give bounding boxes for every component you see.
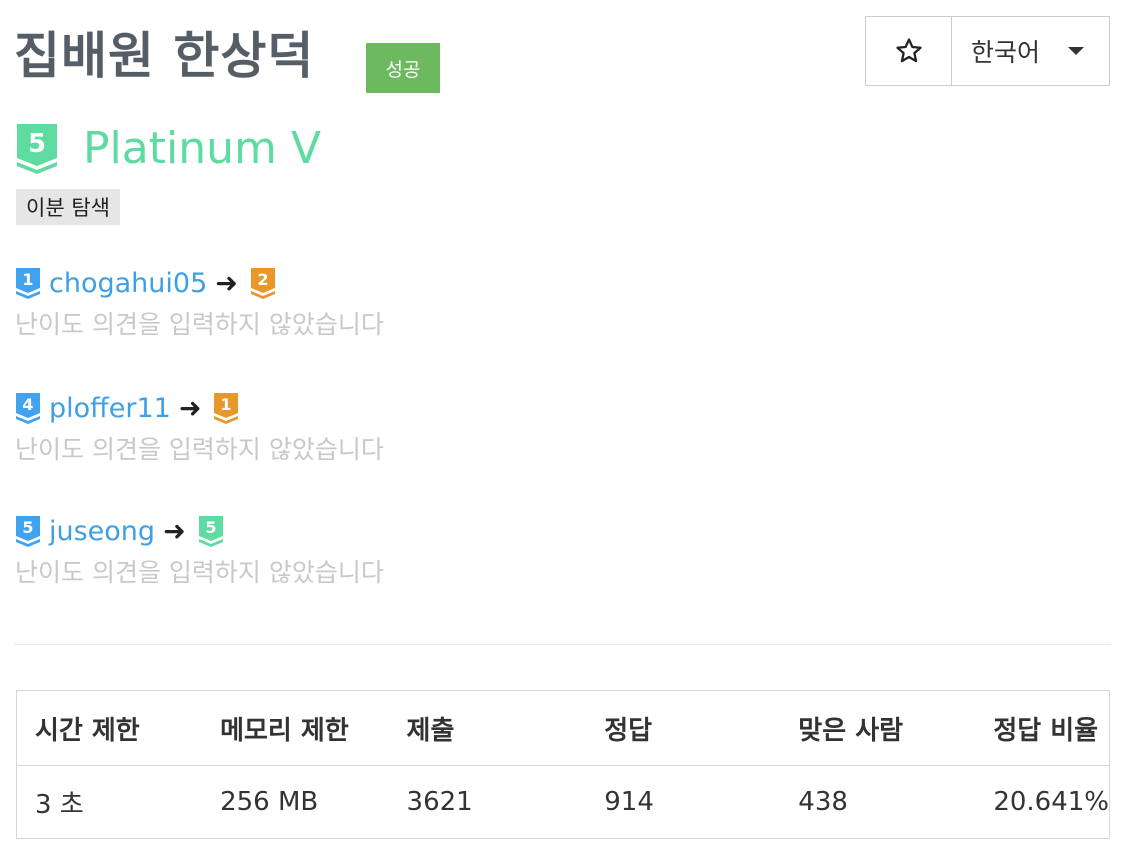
tier-badge-icon: 5 (17, 124, 57, 174)
arrow-right-icon: ➜ (178, 392, 202, 424)
svg-text:4: 4 (22, 395, 33, 414)
opinion-comment: 난이도 의견을 입력하지 않았습니다 (15, 310, 384, 339)
header-memory-limit: 메모리 제한 (202, 690, 389, 766)
status-badge: 성공 (366, 43, 440, 93)
user-tier-badge-icon: 5 (16, 516, 40, 547)
opinion-user-link[interactable]: juseong (49, 516, 155, 547)
svg-text:5: 5 (22, 518, 33, 537)
cell-time-limit: 3 초 (35, 789, 84, 820)
svg-text:1: 1 (221, 395, 232, 414)
opinion-comment: 난이도 의견을 입력하지 않았습니다 (15, 435, 384, 464)
opinion-comment: 난이도 의견을 입력하지 않았습니다 (15, 558, 384, 587)
language-dropdown[interactable]: 한국어 (952, 17, 1109, 85)
arrow-right-icon: ➜ (215, 267, 238, 299)
star-button[interactable] (866, 17, 952, 85)
header-solvers: 맞은 사람 (780, 690, 976, 766)
svg-text:5: 5 (205, 518, 216, 537)
cell-accept-rate: 20.641% (993, 787, 1109, 817)
opinion-item: 4 ploffer11 ➜ 1 난이도 의견을 입력하지 않았습니다 (15, 388, 384, 466)
opinion-user-link[interactable]: chogahui05 (49, 268, 207, 299)
header-submissions: 제출 (388, 690, 587, 766)
header-accept-rate: 정답 비율 (975, 690, 1110, 766)
star-icon (895, 38, 922, 63)
arrow-right-icon: ➜ (163, 515, 186, 547)
vote-tier-badge-icon: 2 (250, 268, 275, 299)
header-accepted: 정답 (586, 690, 781, 766)
caret-down-icon (1068, 47, 1085, 55)
section-divider (15, 644, 1111, 645)
problem-title: 집배원 한상덕 (14, 27, 315, 85)
table-header-row: 시간 제한 메모리 제한 제출 정답 맞은 사람 정답 비율 (16, 690, 1110, 766)
problem-tier: 5 Platinum V (15, 122, 321, 174)
opinion-item: 5 juseong ➜ 5 난이도 의견을 입력하지 않았습니다 (15, 511, 384, 589)
language-label: 한국어 (971, 38, 1041, 67)
svg-text:1: 1 (22, 270, 33, 289)
cell-submissions[interactable]: 3621 (389, 766, 587, 839)
user-tier-badge-icon: 1 (16, 268, 40, 299)
cell-accepted[interactable]: 914 (586, 766, 780, 839)
vote-tier-badge-icon: 5 (198, 516, 223, 547)
vote-tier-badge-icon: 1 (214, 393, 239, 424)
header-actions: 한국어 (865, 16, 1110, 86)
tier-name: Platinum V (83, 122, 321, 174)
algorithm-tag[interactable]: 이분 탐색 (16, 189, 120, 225)
table-row: 3 초 256 MB 3621 914 438 20.641% (17, 766, 1110, 839)
opinion-user-link[interactable]: ploffer11 (49, 393, 171, 424)
cell-solvers[interactable]: 438 (780, 766, 975, 839)
header-time-limit: 시간 제한 (16, 690, 203, 766)
tier-badge-number: 5 (28, 129, 46, 159)
problem-info-table: 시간 제한 메모리 제한 제출 정답 맞은 사람 정답 비율 3 초 256 M… (16, 690, 1110, 839)
svg-text:2: 2 (257, 270, 268, 289)
opinion-item: 1 chogahui05 ➜ 2 난이도 의견을 입력하지 않았습니다 (15, 263, 384, 341)
user-tier-badge-icon: 4 (16, 393, 40, 424)
cell-memory-limit: 256 MB (220, 787, 319, 817)
